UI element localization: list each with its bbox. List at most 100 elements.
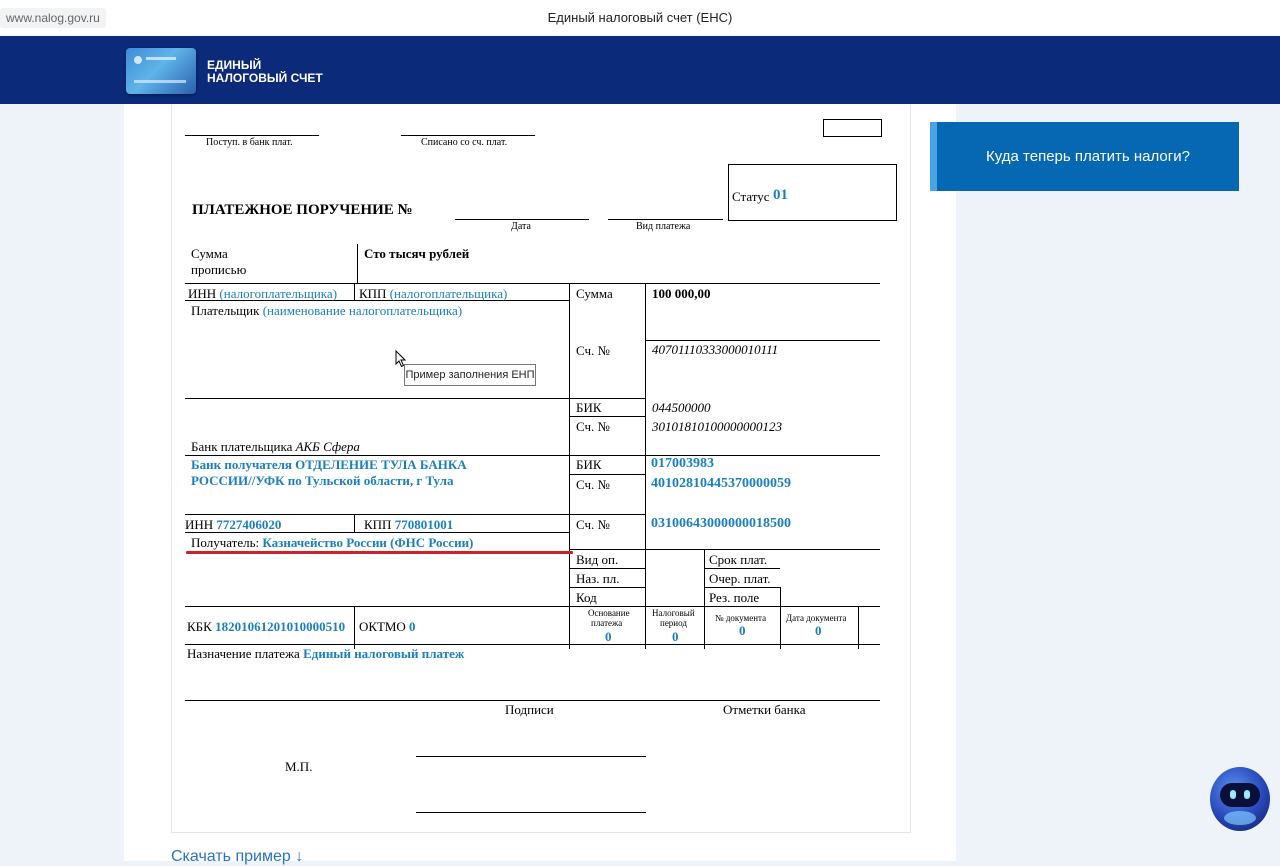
payment-type-line xyxy=(608,219,723,220)
grid-line-kbk-top xyxy=(185,606,880,607)
reserve-label: Рез. поле xyxy=(709,590,760,605)
oktmo-label: ОКТМО xyxy=(359,619,406,634)
purpose-label: Назначение платежа xyxy=(187,646,300,661)
brand-line-2: НАЛОГОВЫЙ СЧЕТ xyxy=(207,71,323,85)
recipient-kpp-value: 770801001 xyxy=(394,517,454,532)
payer-bik-label: БИК xyxy=(576,400,602,415)
payer-bik-value: 044500000 xyxy=(652,400,711,415)
payer-inn-hint: (налогоплательщика) xyxy=(219,286,338,301)
payer-kpp-hint: (налогоплательщика) xyxy=(389,286,508,301)
grid-v-rkpp xyxy=(354,514,355,532)
grid-line-rbik xyxy=(569,474,645,475)
signature-line-2 xyxy=(416,812,646,813)
due-label: Срок плат. xyxy=(709,552,768,567)
recipient-account-label: Сч. № xyxy=(576,517,610,532)
purpose-value: Единый налоговый платеж xyxy=(303,646,465,661)
site-header: ЕДИНЫЙ НАЛОГОВЫЙ СЧЕТ xyxy=(0,36,1280,104)
amount-words-value: Сто тысяч рублей xyxy=(364,246,470,261)
debited-line xyxy=(401,135,535,136)
docdate-label: Дата документа xyxy=(786,613,847,623)
payer-corr-label: Сч. № xyxy=(576,419,610,434)
basis-label-1: Основание xyxy=(588,608,630,618)
payer-account-value: 40701110333000010111 xyxy=(652,342,779,357)
payer-inn: ИНН (налогоплательщика) xyxy=(188,286,337,302)
bank-marks-label: Отметки банка xyxy=(723,702,806,717)
recipient-bank-line-2: РОССИИ//УФК по Тульской области, г Тула xyxy=(191,473,454,488)
payment-order-document: Поступ. в банк плат. Списано со сч. плат… xyxy=(171,104,911,833)
recipient-corr-label: Сч. № xyxy=(576,477,610,492)
recipient-corr-value: 40102810445370000059 xyxy=(651,476,791,491)
grid-line-ops-1b xyxy=(704,568,780,569)
grid-line-bik xyxy=(569,416,645,417)
grid-line-ops-2 xyxy=(569,587,645,588)
payer-inn-label: ИНН xyxy=(188,286,217,301)
form-code-box xyxy=(823,119,882,137)
grid-v-oktmo xyxy=(354,606,355,649)
debited-label: Списано со сч. плат. xyxy=(421,137,508,148)
received-line xyxy=(185,135,319,136)
grid-line-payer-bottom xyxy=(185,398,645,399)
recipient-bik-value: 017003983 xyxy=(651,456,714,471)
grid-line-ops-2b xyxy=(704,587,780,588)
basis-value: 0 xyxy=(605,629,612,644)
period-value: 0 xyxy=(672,629,679,644)
grid-line-kbk-bottom xyxy=(185,644,880,645)
document-title: ПЛАТЕЖНОЕ ПОРУЧЕНИЕ № xyxy=(192,202,413,218)
assistant-bot-icon[interactable] xyxy=(1210,767,1270,831)
recipient-value: Казначейство России (ФНС России) xyxy=(262,535,474,550)
signature-line-1 xyxy=(416,756,646,757)
stamp-label: М.П. xyxy=(285,759,313,774)
docnum-value: 0 xyxy=(739,623,746,638)
date-line xyxy=(455,219,589,220)
basis-label-2: платежа xyxy=(591,618,623,628)
recipient-inn-label: ИНН xyxy=(185,517,214,532)
period-label-1: Налоговый xyxy=(652,608,695,618)
payer-hint: (наименование налогоплательщика) xyxy=(262,303,463,318)
recipient: Получатель: Казначейство России (ФНС Рос… xyxy=(191,535,473,551)
status-value: 01 xyxy=(773,187,788,203)
kbk-value: 18201061201010000510 xyxy=(215,619,346,634)
recipient-kpp-label: КПП xyxy=(364,517,392,532)
where-to-pay-taxes-button[interactable]: Куда теперь платить налоги? xyxy=(930,122,1239,191)
payer-account-label: Сч. № xyxy=(576,343,610,358)
payer-kpp-label: КПП xyxy=(359,286,387,301)
kbk: КБК 18201061201010000510 xyxy=(187,619,345,635)
download-example-link[interactable]: Скачать пример ↓ xyxy=(171,848,303,866)
order-label: Очер. плат. xyxy=(709,571,771,586)
received-label: Поступ. в банк плат. xyxy=(206,137,293,148)
docdate-value: 0 xyxy=(815,623,822,638)
sum-label: Сумма xyxy=(576,286,613,301)
payment-type-label: Вид платежа xyxy=(636,221,691,232)
grid-v-ops-b xyxy=(780,587,781,649)
purpose: Назначение платежа Единый налоговый плат… xyxy=(187,646,464,662)
payer-corr-value: 30101810100000000123 xyxy=(652,419,782,434)
grid-v-label-left xyxy=(569,283,570,649)
signatures-label: Подписи xyxy=(505,702,554,717)
grid-v-ops-c xyxy=(858,606,859,649)
browser-page-title: Единый налоговый счет (ЕНС) xyxy=(547,10,733,25)
brand-title[interactable]: ЕДИНЫЙ НАЛОГОВЫЙ СЧЕТ xyxy=(207,59,323,85)
purpose-code-label: Наз. пл. xyxy=(576,571,620,586)
payer-label: Плательщик xyxy=(191,303,260,318)
grid-v-kpp xyxy=(354,283,355,300)
amount-words-label-2: прописью xyxy=(191,262,247,277)
payer-bank: Банк плательщика АКБ Сфера xyxy=(191,439,360,455)
recipient-bik-label: БИК xyxy=(576,457,602,472)
oktmo: ОКТМО 0 xyxy=(359,619,416,635)
payer-kpp: КПП (налогоплательщика) xyxy=(359,286,507,302)
example-tooltip: Пример заполнения ЕНП xyxy=(404,364,536,386)
status-label: Статус xyxy=(732,189,770,204)
recipient-inn: ИНН 7727406020 xyxy=(185,517,281,533)
amount-words-divider xyxy=(357,244,358,283)
grid-line-ops-top xyxy=(569,549,880,550)
grid-line-1 xyxy=(185,283,880,284)
browser-url[interactable]: www.nalog.gov.ru xyxy=(0,8,106,28)
grid-line-acc xyxy=(645,340,880,341)
grid-line-payer-bank xyxy=(185,455,880,456)
op-type-label: Вид оп. xyxy=(576,552,619,567)
ens-card-logo-icon[interactable] xyxy=(126,48,196,94)
grid-line-purpose-bottom xyxy=(185,700,880,701)
kbk-label: КБК xyxy=(187,619,212,634)
recipient-account-value: 03100643000000018500 xyxy=(651,516,791,531)
recipient-label: Получатель: xyxy=(191,535,260,550)
